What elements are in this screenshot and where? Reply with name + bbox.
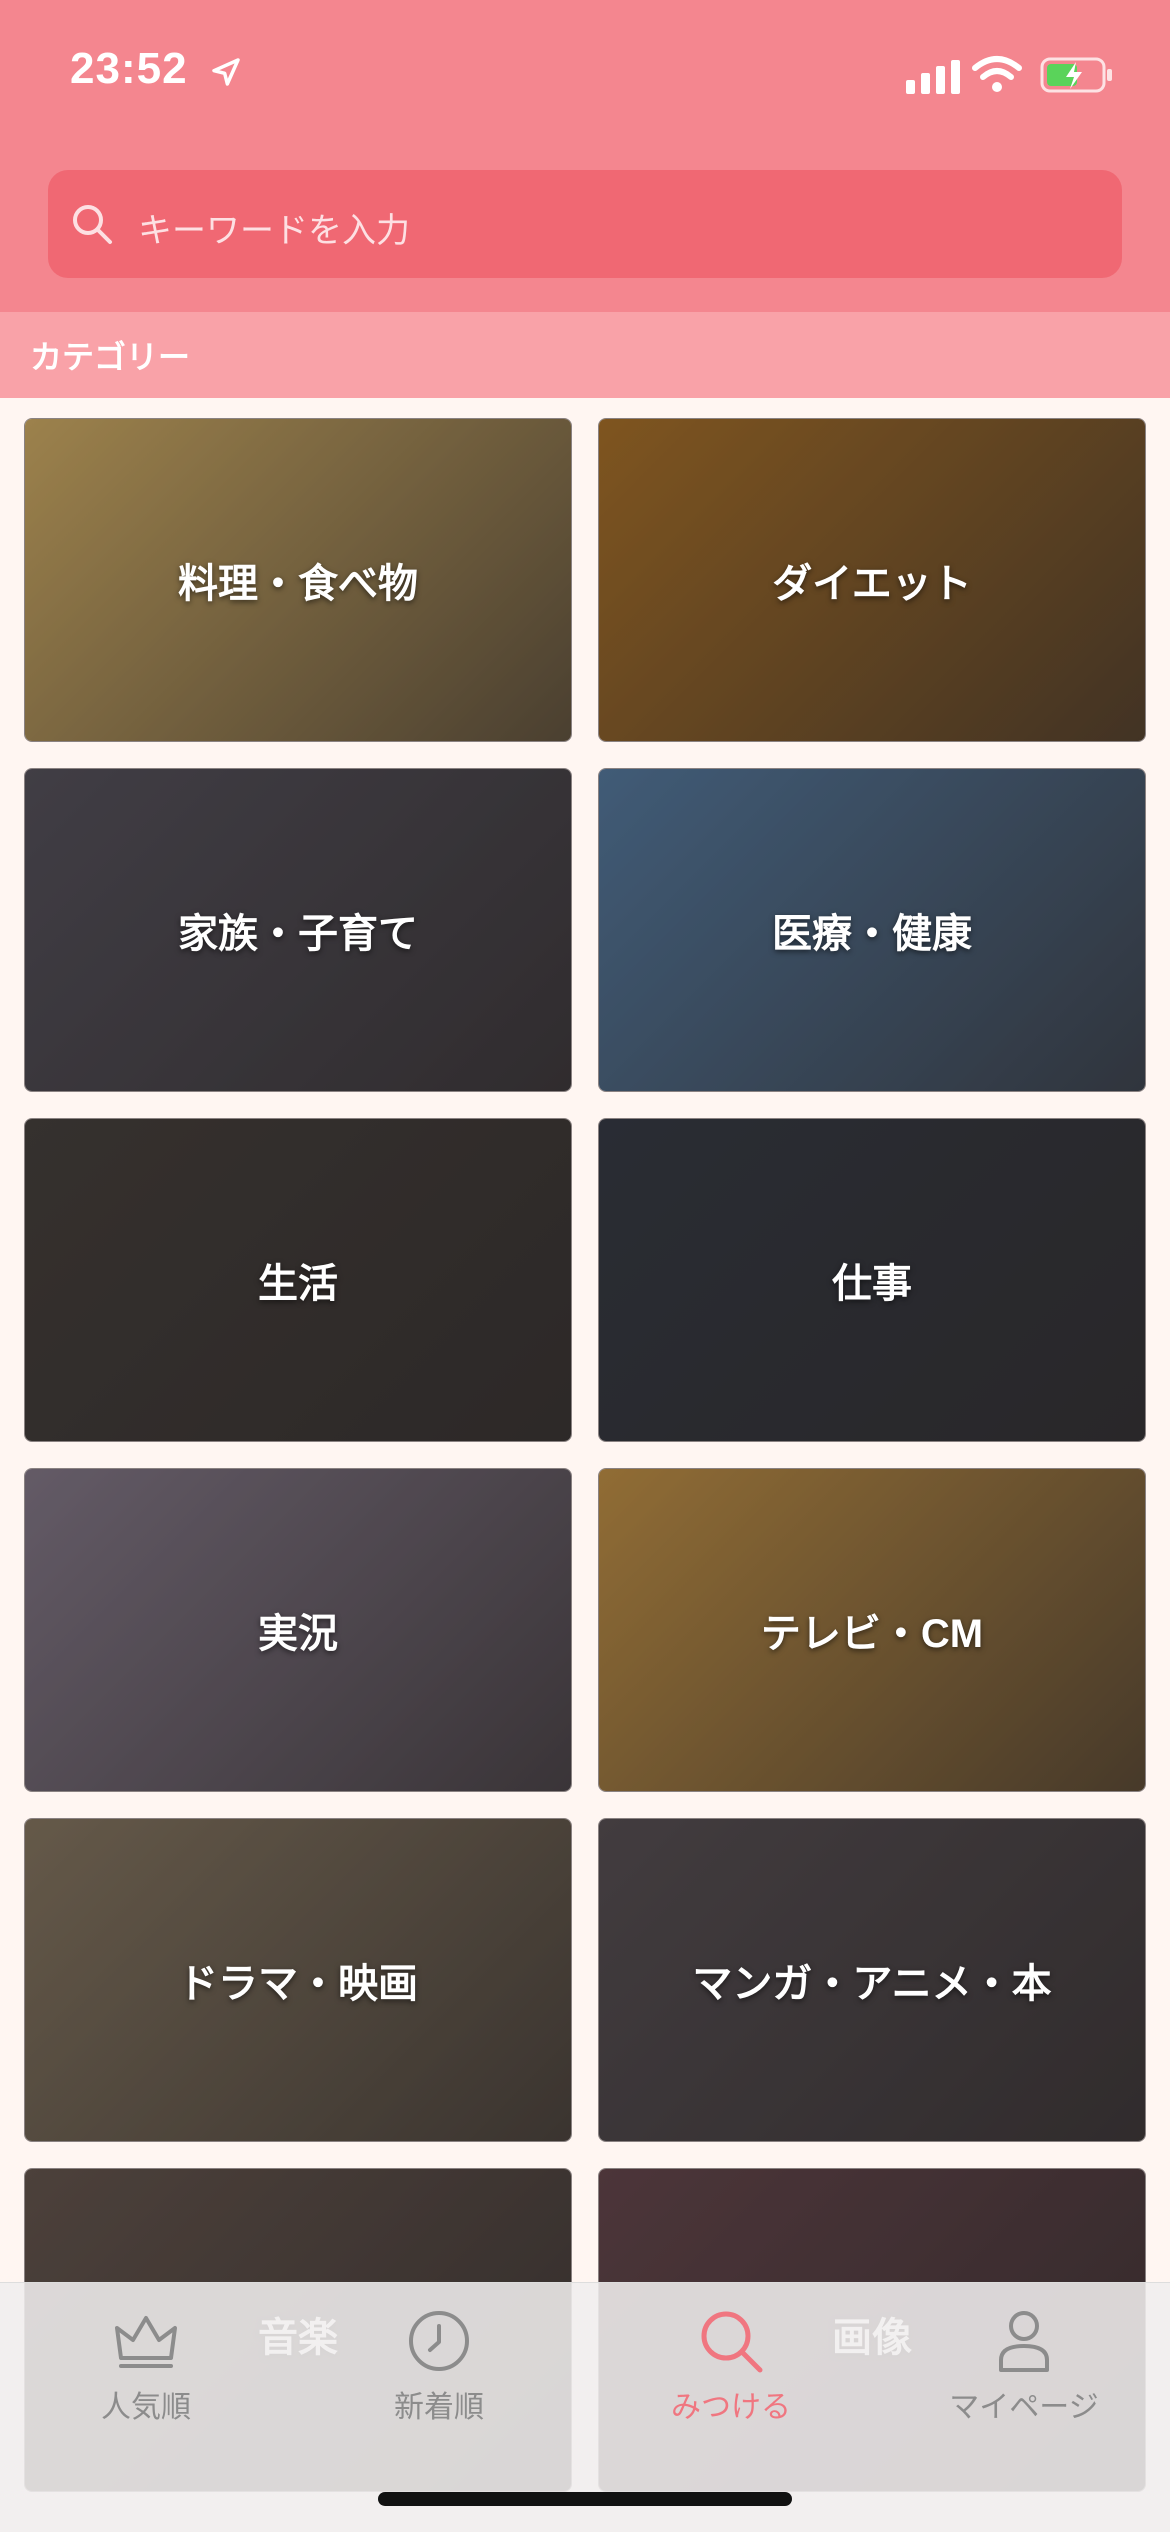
category-label: 医療・健康 [772,912,972,956]
category-label: 家族・子育て [178,912,418,956]
category-label: 料理・食べ物 [178,562,418,606]
category-label: テレビ・CM [760,1612,984,1656]
category-tile-food[interactable]: 料理・食べ物 [24,418,572,742]
tab-newest[interactable]: 新着順 [324,2298,554,2448]
category-label: ダイエット [772,562,972,606]
search-placeholder: キーワードを入力 [138,212,410,250]
tab-label: 人気順 [101,2391,191,2424]
category-tile-drama-movie[interactable]: ドラマ・映画 [24,1818,572,2142]
category-tile-health[interactable]: 医療・健康 [598,768,1146,1092]
category-tile-diet[interactable]: ダイエット [598,418,1146,742]
home-indicator [378,2492,792,2506]
tab-popular[interactable]: 人気順 [31,2298,261,2448]
category-tile-manga-anime-book[interactable]: マンガ・アニメ・本 [598,1818,1146,2142]
tab-discover[interactable]: みつける [616,2298,846,2448]
category-label: 実況 [258,1612,338,1656]
wifi-icon [972,56,1022,92]
signal-icon [906,60,960,94]
tab-label: 新着順 [394,2391,484,2424]
category-tile-live[interactable]: 実況 [24,1468,572,1792]
category-label: ドラマ・映画 [178,1962,418,2006]
category-grid: 料理・食べ物 ダイエット 家族・子育て 医療・健康 生活 仕事 実況 テレビ・C… [0,398,1170,2532]
category-tile-life[interactable]: 生活 [24,1118,572,1442]
tab-label: みつける [671,2391,791,2424]
category-label: 仕事 [832,1262,912,1306]
category-tile-family[interactable]: 家族・子育て [24,768,572,1092]
category-label: マンガ・アニメ・本 [692,1962,1052,2006]
battery-charging-icon [1040,57,1112,93]
location-arrow-icon [212,58,240,86]
tab-mypage[interactable]: マイページ [909,2298,1139,2448]
search-icon [701,2311,763,2373]
clock-icon [409,2311,469,2371]
status-time: 23:52 [70,44,188,93]
category-label: 生活 [258,1262,338,1306]
tab-label: マイページ [949,2391,1099,2424]
category-tile-tv-cm[interactable]: テレビ・CM [598,1468,1146,1792]
crown-icon [115,2316,177,2368]
search-icon [73,205,112,244]
category-tile-work[interactable]: 仕事 [598,1118,1146,1442]
section-title: カテゴリー [30,339,191,375]
status-bar: 23:52 [0,0,1170,150]
person-icon [999,2311,1049,2372]
